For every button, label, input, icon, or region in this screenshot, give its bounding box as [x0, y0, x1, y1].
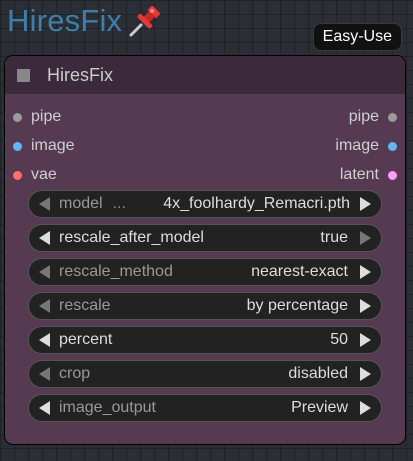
- widget-label: model: [59, 195, 103, 212]
- widget-value[interactable]: 50: [330, 331, 348, 349]
- widget-label: crop: [59, 365, 91, 382]
- decrement-arrow-icon[interactable]: [39, 401, 50, 415]
- collapse-toggle[interactable]: [17, 68, 30, 82]
- increment-arrow-icon[interactable]: [360, 231, 371, 245]
- decrement-arrow-icon[interactable]: [39, 367, 50, 381]
- output-connector-dot[interactable]: [388, 112, 397, 122]
- widget-value[interactable]: true: [320, 229, 348, 247]
- output-slot-label: pipe: [348, 108, 379, 125]
- widget-label: rescale_method: [59, 263, 173, 280]
- widget-label-ellipsis: ...: [112, 195, 126, 212]
- output-connector-dot[interactable]: [388, 170, 397, 180]
- widget-label: rescale_after_model: [59, 229, 204, 246]
- widget-rescale-method[interactable]: rescale_method nearest-exact: [28, 258, 382, 286]
- decrement-arrow-icon[interactable]: [39, 265, 50, 279]
- increment-arrow-icon[interactable]: [360, 265, 371, 279]
- widget-crop[interactable]: crop disabled: [28, 360, 382, 388]
- input-slot-label: vae: [31, 166, 57, 183]
- output-slot-pipe[interactable]: pipe: [349, 107, 397, 127]
- input-slot-image[interactable]: image: [13, 136, 75, 156]
- widget-model[interactable]: model ... 4x_foolhardy_Remacri.pth: [28, 190, 382, 218]
- increment-arrow-icon[interactable]: [360, 299, 371, 313]
- input-connector-dot[interactable]: [13, 141, 22, 151]
- increment-arrow-icon[interactable]: [360, 197, 371, 211]
- increment-arrow-icon[interactable]: [360, 333, 371, 347]
- decrement-arrow-icon[interactable]: [39, 197, 50, 211]
- widget-value[interactable]: 4x_foolhardy_Remacri.pth: [163, 195, 350, 213]
- input-slot-vae[interactable]: vae: [13, 165, 57, 185]
- widget-label: image_output: [59, 399, 156, 416]
- output-slot-label: latent: [339, 166, 379, 183]
- widget-rescale-after-model[interactable]: rescale_after_model true: [28, 224, 382, 252]
- output-slot-latent[interactable]: latent: [340, 165, 397, 185]
- input-slot-label: pipe: [31, 108, 62, 125]
- decrement-arrow-icon[interactable]: [39, 299, 50, 313]
- widget-value[interactable]: disabled: [288, 365, 348, 383]
- widget-rescale[interactable]: rescale by percentage: [28, 292, 382, 320]
- input-slot-label: image: [31, 137, 75, 154]
- decrement-arrow-icon[interactable]: [39, 333, 50, 347]
- hiresfix-node[interactable]: HiresFix pipe image vae pipe image laten…: [5, 56, 405, 444]
- output-slot-label: image: [335, 137, 379, 154]
- widget-percent[interactable]: percent 50: [28, 326, 382, 354]
- output-slot-image[interactable]: image: [335, 136, 397, 156]
- input-connector-dot[interactable]: [13, 112, 22, 122]
- input-slot-pipe[interactable]: pipe: [13, 107, 61, 127]
- node-header[interactable]: HiresFix: [5, 56, 405, 94]
- widget-label: percent: [59, 331, 113, 348]
- widget-value[interactable]: nearest-exact: [251, 263, 348, 281]
- output-connector-dot[interactable]: [388, 141, 397, 151]
- increment-arrow-icon[interactable]: [360, 367, 371, 381]
- widget-image-output[interactable]: image_output Preview: [28, 394, 382, 422]
- widget-value[interactable]: by percentage: [247, 297, 348, 315]
- easy-use-badge: Easy-Use: [312, 23, 402, 51]
- pushpin-icon[interactable]: [126, 2, 164, 40]
- group-title[interactable]: HiresFix: [7, 2, 164, 40]
- node-title: HiresFix: [47, 64, 113, 85]
- group-title-text: HiresFix: [7, 3, 123, 38]
- input-connector-dot[interactable]: [13, 170, 22, 180]
- decrement-arrow-icon[interactable]: [39, 231, 50, 245]
- slot-area: pipe image vae pipe image latent: [5, 94, 405, 186]
- increment-arrow-icon[interactable]: [360, 401, 371, 415]
- widget-value[interactable]: Preview: [291, 399, 348, 417]
- widget-label: rescale: [59, 297, 111, 314]
